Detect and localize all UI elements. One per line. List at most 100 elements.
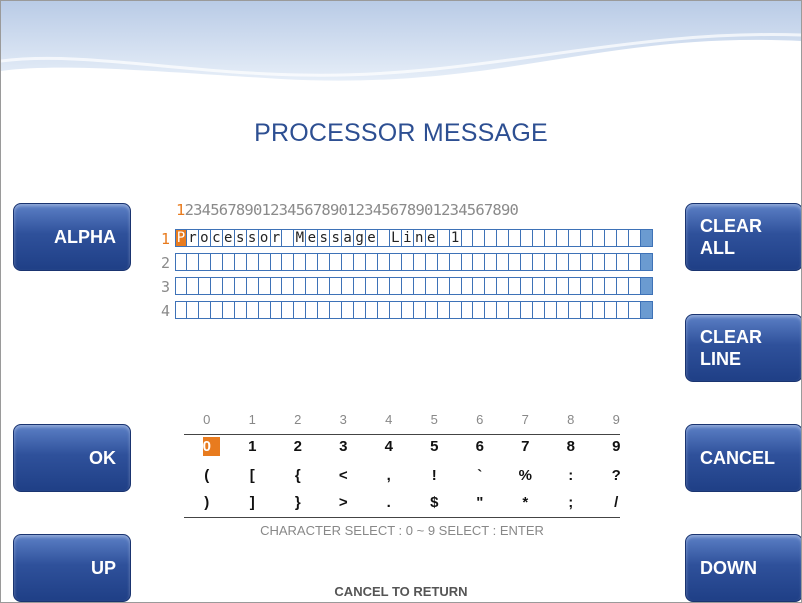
char-key[interactable]: 7 bbox=[503, 438, 549, 455]
char-table-top-divider bbox=[184, 434, 620, 435]
char-key[interactable]: 6 bbox=[457, 438, 503, 455]
char-key[interactable]: ( bbox=[184, 467, 230, 484]
char-key[interactable]: 9 bbox=[594, 438, 640, 455]
char-key[interactable]: ) bbox=[184, 494, 230, 511]
char-cell bbox=[485, 229, 498, 247]
char-cell bbox=[318, 301, 331, 319]
char-cell: P bbox=[175, 229, 187, 247]
ok-button[interactable]: OK bbox=[13, 424, 131, 492]
char-key[interactable]: 3 bbox=[321, 438, 367, 455]
message-line-4[interactable] bbox=[175, 301, 653, 320]
row-number-2: 2 bbox=[161, 254, 171, 272]
char-cell bbox=[580, 229, 593, 247]
char-key[interactable]: * bbox=[503, 494, 549, 511]
char-key[interactable]: ! bbox=[412, 467, 458, 484]
char-cell bbox=[270, 277, 283, 295]
char-key[interactable]: / bbox=[594, 494, 640, 511]
char-key[interactable]: 2 bbox=[275, 438, 321, 455]
char-key[interactable]: 4 bbox=[366, 438, 412, 455]
char-key[interactable]: > bbox=[321, 494, 367, 511]
char-cell bbox=[401, 301, 414, 319]
char-cell bbox=[592, 301, 605, 319]
char-key[interactable]: 5 bbox=[412, 438, 458, 455]
char-cell bbox=[413, 277, 426, 295]
char-cell: o bbox=[198, 229, 211, 247]
char-cell bbox=[628, 253, 641, 271]
char-cell bbox=[580, 277, 593, 295]
char-key[interactable]: ; bbox=[548, 494, 594, 511]
alpha-button[interactable]: ALPHA bbox=[13, 203, 131, 271]
char-key[interactable]: . bbox=[366, 494, 412, 511]
char-cell: e bbox=[306, 229, 319, 247]
char-key[interactable]: , bbox=[366, 467, 412, 484]
char-cell bbox=[294, 253, 307, 271]
char-key[interactable]: : bbox=[548, 467, 594, 484]
char-cell bbox=[282, 253, 295, 271]
clear-all-button[interactable]: CLEAR ALL bbox=[685, 203, 801, 271]
message-line-1[interactable]: Processor Message Line 1 bbox=[175, 229, 653, 248]
char-cell: c bbox=[210, 229, 223, 247]
char-cell bbox=[186, 277, 199, 295]
char-key[interactable]: " bbox=[457, 494, 503, 511]
char-cell bbox=[461, 253, 474, 271]
char-cell bbox=[640, 253, 653, 271]
char-cell bbox=[485, 301, 498, 319]
char-cell bbox=[318, 253, 331, 271]
char-cell bbox=[545, 277, 557, 295]
char-cell: a bbox=[342, 229, 355, 247]
clear-line-button[interactable]: CLEAR LINE bbox=[685, 314, 801, 382]
char-cell bbox=[306, 301, 319, 319]
char-key[interactable]: $ bbox=[412, 494, 458, 511]
char-cell bbox=[425, 277, 438, 295]
char-column-number: 6 bbox=[476, 412, 484, 427]
char-column-number: 5 bbox=[430, 412, 438, 427]
char-cell bbox=[270, 301, 283, 319]
char-row-symbols-2: ) ] } > . $ " * ; / bbox=[184, 494, 639, 511]
char-cell bbox=[246, 277, 259, 295]
char-cell bbox=[413, 301, 426, 319]
char-key[interactable]: 8 bbox=[548, 438, 594, 455]
char-cell bbox=[557, 277, 569, 295]
char-cell bbox=[258, 277, 271, 295]
char-cell: e bbox=[425, 229, 438, 247]
message-line-3[interactable] bbox=[175, 277, 653, 296]
char-key[interactable]: ] bbox=[230, 494, 276, 511]
char-cell bbox=[401, 253, 414, 271]
char-key[interactable]: % bbox=[503, 467, 549, 484]
char-key[interactable]: < bbox=[321, 467, 367, 484]
char-cell bbox=[628, 277, 641, 295]
char-cell bbox=[521, 301, 534, 319]
char-cell: r bbox=[186, 229, 199, 247]
row-number-3: 3 bbox=[161, 278, 171, 296]
char-cell: r bbox=[270, 229, 283, 247]
cancel-button[interactable]: CANCEL bbox=[685, 424, 801, 492]
char-cell bbox=[366, 301, 378, 319]
char-cell bbox=[175, 253, 187, 271]
char-cell bbox=[246, 301, 259, 319]
column-ruler: 1234567890123456789012345678901234567890 bbox=[176, 201, 519, 219]
char-cell bbox=[533, 253, 546, 271]
char-key[interactable]: 1 bbox=[230, 438, 276, 455]
char-key[interactable]: { bbox=[275, 467, 321, 484]
char-cell bbox=[377, 253, 390, 271]
char-cell bbox=[210, 301, 223, 319]
char-cell: o bbox=[258, 229, 271, 247]
char-key[interactable]: ? bbox=[594, 467, 640, 484]
char-key[interactable]: [ bbox=[230, 467, 276, 484]
char-cell bbox=[366, 253, 378, 271]
char-cell bbox=[640, 229, 653, 247]
char-column-number: 2 bbox=[294, 412, 302, 427]
row-number-1: 1 bbox=[161, 230, 171, 248]
char-cell bbox=[473, 277, 486, 295]
char-key[interactable]: ` bbox=[457, 467, 503, 484]
char-cell bbox=[592, 229, 605, 247]
char-key[interactable]: 0 bbox=[184, 438, 230, 455]
char-cell: 1 bbox=[449, 229, 462, 247]
char-key[interactable]: } bbox=[275, 494, 321, 511]
char-cell bbox=[568, 277, 581, 295]
char-cell bbox=[485, 277, 498, 295]
char-cell: s bbox=[246, 229, 259, 247]
message-line-2[interactable] bbox=[175, 253, 653, 272]
char-row-digits: 0 1 2 3 4 5 6 7 8 9 bbox=[184, 438, 639, 455]
char-cell bbox=[521, 253, 534, 271]
